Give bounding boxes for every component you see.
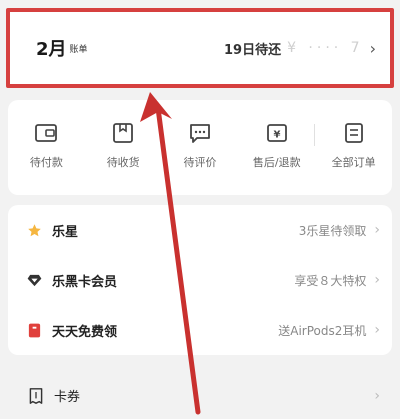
bill-month: 2月 (36, 39, 67, 60)
svg-text:¥: ¥ (273, 130, 280, 141)
list-item-black-card[interactable]: 乐黑卡会员 享受８大特权 › (26, 255, 380, 305)
bill-sub-label: 账单 (69, 45, 88, 55)
bill-card[interactable]: 2月 账单 19日待还 ¥ ···· 7 › (6, 8, 394, 88)
wallet-icon (35, 124, 58, 142)
chevron-right-icon: › (374, 222, 380, 238)
order-all[interactable]: 全部订单 (315, 122, 392, 170)
chevron-right-icon: › (374, 387, 380, 404)
row-title: 天天免费领 (52, 324, 118, 340)
chevron-right-icon: › (374, 272, 380, 288)
orders-card: 待付款 待收货 待评价 ¥ 售后/退款 全部订单 (8, 100, 392, 195)
list-item-lexing[interactable]: 乐星 3乐星待领取 › (26, 205, 380, 255)
order-pending-payment[interactable]: 待付款 (8, 122, 85, 170)
bill-amount-masked: ¥ ···· 7 (287, 40, 364, 56)
row-detail: 送AirPods2耳机 (278, 323, 367, 338)
row-title: 卡券 (54, 390, 81, 405)
order-label: 全部订单 (331, 156, 376, 169)
row-title: 乐星 (52, 224, 79, 240)
order-label: 待评价 (183, 156, 217, 169)
benefits-list: 乐星 3乐星待领取 › 乐黑卡会员 享受８大特权 › 天天免费领 送AirPod… (8, 205, 392, 355)
bill-due-text: 19日待还 (223, 42, 282, 58)
order-label: 待收货 (106, 156, 140, 169)
order-label: 待付款 (29, 156, 63, 169)
row-detail: 享受８大特权 (294, 273, 367, 288)
comment-icon (190, 124, 210, 143)
order-after-sales[interactable]: ¥ 售后/退款 (238, 122, 316, 170)
order-list-icon (344, 123, 363, 143)
list-item-coupon[interactable]: 卡券 › (8, 372, 392, 419)
star-icon (26, 222, 42, 238)
order-pending-review[interactable]: 待评价 (162, 122, 239, 170)
gift-icon (26, 322, 42, 338)
coupon-icon (28, 387, 44, 404)
order-pending-receipt[interactable]: 待收货 (85, 122, 162, 170)
chevron-right-icon: › (374, 322, 380, 338)
chevron-right-icon: › (369, 38, 376, 58)
diamond-icon (26, 272, 42, 288)
order-label: 售后/退款 (252, 156, 301, 169)
refund-icon: ¥ (266, 124, 287, 142)
package-icon (113, 123, 134, 143)
row-title: 乐黑卡会员 (52, 274, 118, 290)
row-detail: 3乐星待领取 (298, 223, 367, 238)
list-item-free-daily[interactable]: 天天免费领 送AirPods2耳机 › (26, 305, 380, 355)
